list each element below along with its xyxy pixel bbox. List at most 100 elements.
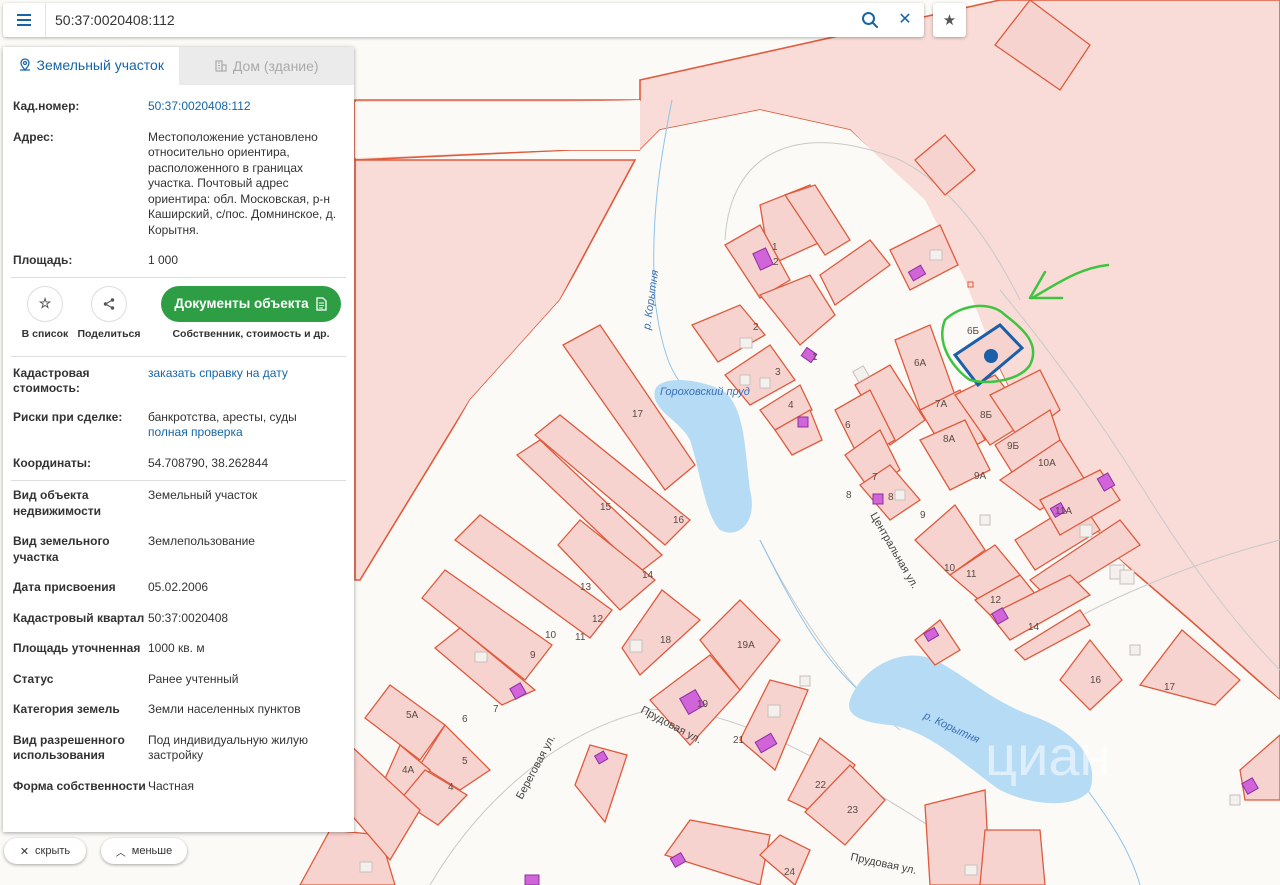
tab-label: Земельный участок [36,57,164,73]
detail-key: Площадь уточненная [13,641,141,655]
detail-row: Вид разрешенного использования Под индиви… [13,733,346,764]
hide-label: скрыть [35,845,71,857]
parcel-label: 13 [580,582,592,593]
parcel-label: 5 [462,756,468,767]
parcel-label: 17 [632,409,644,420]
detail-value: 1 000 [148,253,179,267]
search-bar: ✕ [3,3,924,37]
parcel-label: 23 [847,805,859,816]
cadastral-number-link[interactable]: 50:37:0020408:112 [148,99,346,115]
parcel-label: 19A [737,640,755,651]
svg-text:12: 12 [592,614,604,625]
location-pin-icon [19,58,30,71]
favorite-button[interactable]: ★ [933,3,966,37]
svg-text:7: 7 [493,704,499,715]
parcel-label: 12 [990,595,1002,606]
tab-building[interactable]: Дом (здание) [178,47,354,85]
parcel-label: 3 [775,367,781,378]
detail-key: Координаты: [13,455,92,470]
detail-value: 54.708790, 38.262844 [148,455,269,470]
svg-text:8: 8 [846,490,852,501]
documents-button[interactable]: Документы объекта [161,285,341,322]
close-icon[interactable]: ✕ [895,10,915,30]
svg-text:6: 6 [845,420,851,431]
detail-value: банкротства, аресты, суды [148,409,297,424]
detail-row: Дата присвоения 05.02.2006 [13,580,346,596]
parcel-label: 6 [462,714,468,725]
selected-parcel-marker[interactable] [984,349,998,363]
detail-value: Землепользование [148,534,255,548]
chevron-up-icon: ︿ [115,847,126,859]
menu-button[interactable] [3,3,46,37]
parcel-label: 9A [974,471,987,482]
search-icon[interactable] [861,11,879,29]
detail-key: Кадастровый квартал [13,610,145,625]
parcel-label: 11A [1055,506,1072,517]
detail-row-cadastral-number: Кад.номер: 50:37:0020408:112 [13,99,346,115]
parcel-label: 8 [888,492,894,503]
detail-key: Дата присвоения [13,580,116,594]
parcel-label: 10 [944,563,956,574]
share-button[interactable]: Поделиться [77,285,141,340]
details-list: Вид объекта недвижимости Земельный участо… [3,481,354,794]
less-label: меньше [131,845,173,857]
hide-button[interactable]: ✕ скрыть [4,838,86,864]
detail-key: Вид разрешенного использования [13,732,125,763]
less-button[interactable]: ︿ меньше [101,838,187,864]
detail-key: Статус [13,671,54,686]
detail-value: 50:37:0020408 [148,610,229,625]
detail-key: Кад.номер: [13,99,80,113]
parcel-label: 9 [920,510,926,521]
svg-text:14: 14 [642,570,654,581]
parcel-label: 5A [406,710,419,721]
parcel-label: 6Б [967,326,980,337]
divider [11,276,346,278]
detail-key: Площадь: [13,253,73,267]
parcel-label: 16 [673,515,685,526]
star-icon: ★ [942,12,957,29]
tab-land-parcel[interactable]: Земельный участок [3,47,179,85]
detail-row: Кадастровый квартал 50:37:0020408 [13,611,346,627]
info-panel: Земельный участок Дом (здание) Кад.номер… [3,47,354,832]
parcel-label: 14 [1028,622,1040,633]
parcel-label: 2 [753,322,759,333]
detail-key: Категория земель [13,702,120,716]
detail-key: Адрес: [13,129,54,144]
detail-value: Ранее учтенный [148,671,239,686]
detail-key: Форма собственности [13,778,146,793]
detail-value: Под индивидуальную жилую застройку [148,732,308,763]
detail-row-cadastral-value: Кадастровая стоимость: заказать справку … [13,366,346,397]
close-icon: ✕ [19,845,30,858]
detail-row-area: Площадь: 1 000 [13,253,346,269]
parcel-label: 9Б [1007,441,1020,452]
detail-key: Вид объекта недвижимости [13,488,101,518]
detail-row-address: Адрес: Местоположение установлено относи… [13,130,346,239]
tab-label: Дом (здание) [232,58,319,74]
svg-text:1: 1 [812,352,818,363]
svg-text:17: 17 [1164,682,1176,693]
watermark: циан [985,724,1110,787]
building-icon [215,60,227,72]
parcel-label: 7A [935,399,948,410]
detail-value: Местоположение установлено относительно … [148,129,337,237]
parcel-label: 19 [697,699,709,710]
parcel-label: 15 [600,502,612,513]
add-to-list-button[interactable]: ☆ В список [13,285,77,340]
detail-key: Риски при сделке: [13,409,123,424]
svg-text:10: 10 [545,630,557,641]
parcel-label: 22 [815,780,827,791]
parcel-label: 21 [733,735,745,746]
parcel-label: 7 [872,472,878,483]
parcel-label: 4A [402,765,415,776]
document-icon [315,296,327,311]
detail-key: Вид земельного участка [13,534,110,564]
detail-row: Вид земельного участка Землепользование [13,534,346,565]
star-icon: ☆ [27,285,63,322]
svg-text:4: 4 [448,782,454,793]
order-certificate-link[interactable]: заказать справку на дату [148,366,346,397]
detail-value: Частная [148,778,194,793]
full-check-link[interactable]: полная проверка [148,425,346,441]
detail-row-coordinates: Координаты: 54.708790, 38.262844 [13,456,346,472]
search-input[interactable] [55,10,835,30]
parcel-label: 24 [784,867,796,878]
